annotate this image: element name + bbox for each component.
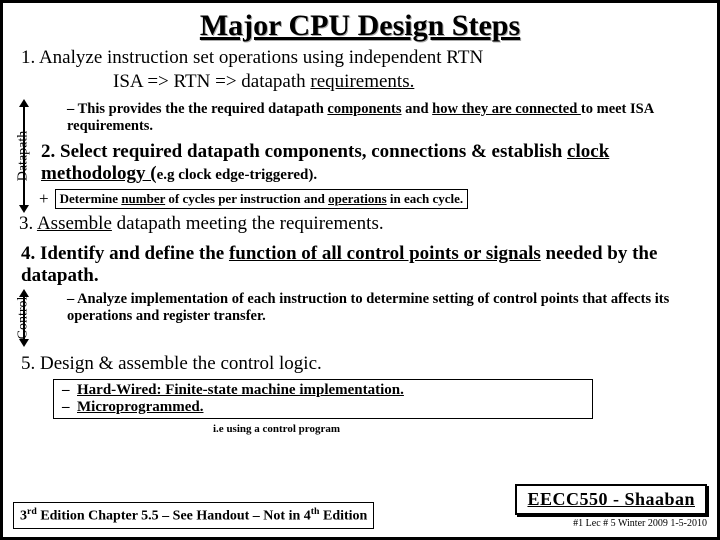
control-label: Control — [15, 297, 31, 340]
pb-c: of cycles per instruction and — [165, 191, 328, 206]
hw-box: – Hard-Wired: Finite-state machine imple… — [53, 379, 593, 419]
control-section: Control Analyze implementation of each i… — [13, 289, 707, 347]
sub1-b: components — [327, 101, 401, 117]
step-1: 1. Analyze instruction set operations us… — [21, 47, 707, 69]
step-2: 2. Select required datapath components, … — [41, 141, 703, 185]
s4-a: 4. Identify and define the — [21, 243, 229, 264]
sub1-d: how they are connected — [432, 101, 581, 117]
step2-c: e.g clock edge-triggered). — [157, 167, 318, 183]
course-box: EECC550 - Shaaban — [515, 484, 707, 515]
ha: 3 — [20, 509, 27, 524]
pb-d: operations — [328, 191, 387, 206]
plus-icon: + — [39, 189, 49, 208]
pb-b: number — [121, 191, 165, 206]
foot-line: #1 Lec # 5 Winter 2009 1-5-2010 — [515, 518, 707, 529]
isa-text-a: ISA => RTN => datapath — [113, 71, 310, 92]
footer: 3rd Edition Chapter 5.5 – See Handout – … — [13, 484, 707, 529]
step-5: 5. Design & assemble the control logic. — [21, 353, 707, 375]
control-label-col: Control — [13, 289, 33, 347]
datapath-label-col: Datapath — [13, 99, 33, 213]
hw-a: Hard-Wired: Finite-state machine impleme… — [77, 382, 404, 398]
sub-note-1: This provides the the required datapath … — [67, 101, 697, 135]
sup-rd: rd — [27, 506, 37, 517]
s3-a: 3. — [19, 213, 37, 234]
s3-b: Assemble — [37, 213, 112, 234]
datapath-content: This provides the the required datapath … — [33, 99, 707, 213]
plus-row: + Determine number of cycles per instruc… — [39, 187, 707, 213]
datapath-section: Datapath This provides the the required … — [13, 99, 707, 213]
sub1-c: and — [402, 101, 433, 117]
step2-a: 2. Select required datapath components, … — [41, 141, 567, 162]
slide: Major CPU Design Steps 1. Analyze instru… — [0, 0, 720, 540]
plus-box: Determine number of cycles per instructi… — [55, 189, 469, 209]
isa-line: ISA => RTN => datapath requirements. — [113, 71, 707, 93]
ie-note: i.e using a control program — [213, 423, 340, 435]
isa-text-b: requirements. — [310, 71, 414, 92]
sub-note-4: Analyze implementation of each instructi… — [67, 291, 697, 325]
datapath-label: Datapath — [15, 131, 31, 182]
s4-b: function of all control points or signal… — [229, 243, 541, 264]
hc: Edition — [319, 509, 367, 524]
step-3: 3. Assemble datapath meeting the require… — [19, 213, 707, 235]
pb-a: Determine — [60, 191, 122, 206]
handout-note: 3rd Edition Chapter 5.5 – See Handout – … — [13, 502, 374, 529]
hb: Edition Chapter 5.5 – See Handout – Not … — [37, 509, 311, 524]
s3-c: datapath meeting the requirements. — [112, 213, 384, 234]
slide-title: Major CPU Design Steps — [13, 9, 707, 43]
step-4: 4. Identify and define the function of a… — [21, 243, 699, 287]
control-content: Analyze implementation of each instructi… — [33, 289, 707, 347]
hw-wired: – Hard-Wired: Finite-state machine imple… — [62, 382, 584, 399]
pb-e: in each cycle. — [387, 191, 464, 206]
hw-micro: – Microprogrammed. — [62, 399, 584, 416]
course-box-wrap: EECC550 - Shaaban #1 Lec # 5 Winter 2009… — [515, 484, 707, 529]
hw-b: Microprogrammed. — [77, 399, 204, 415]
sub1-a: This provides the the required datapath — [78, 101, 328, 117]
